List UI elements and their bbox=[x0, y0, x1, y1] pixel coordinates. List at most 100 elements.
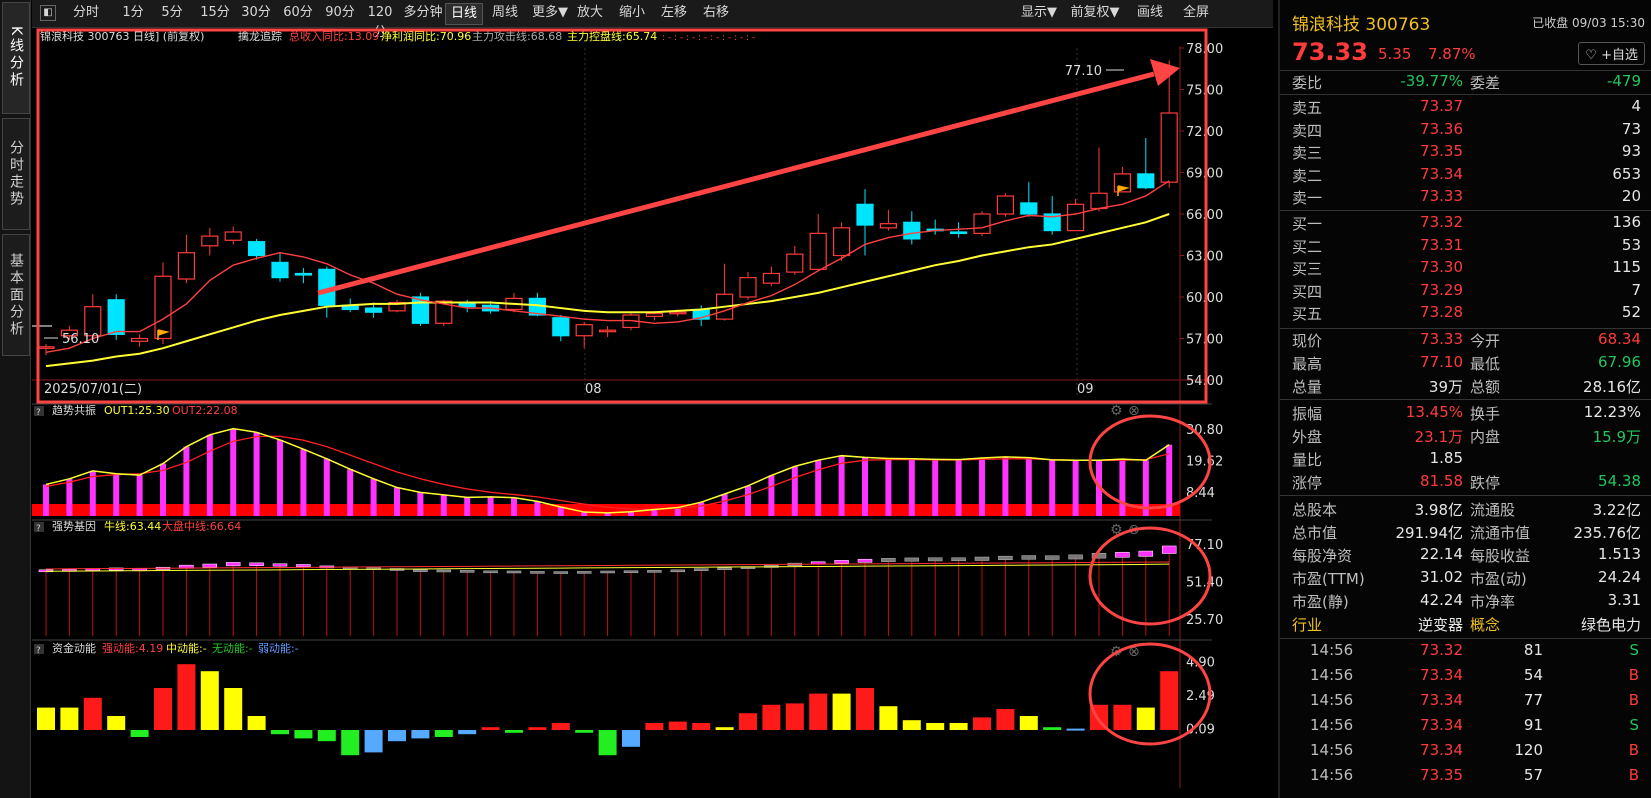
bid-level-label: 买二 bbox=[1292, 237, 1323, 256]
tick-time: 14:56 bbox=[1310, 691, 1354, 709]
toolbar-btn-3[interactable]: 15分 bbox=[197, 3, 233, 23]
toolbar-right-btn-0[interactable]: 显示▼ bbox=[1017, 3, 1061, 23]
webi-value: -39.77% bbox=[1400, 72, 1463, 90]
add-watchlist-button[interactable]: ♡ +自选 bbox=[1578, 42, 1645, 65]
stat-value: 39万 bbox=[1428, 378, 1463, 396]
bid-level-label: 买一 bbox=[1292, 215, 1323, 233]
panel3-bar bbox=[37, 707, 55, 730]
panel1-bar bbox=[885, 458, 892, 516]
panel3-bar bbox=[364, 730, 383, 753]
panel1-bar bbox=[1119, 459, 1126, 516]
panel3-bar bbox=[411, 730, 430, 739]
stat-label: 涨停 bbox=[1292, 474, 1323, 492]
candle-body bbox=[856, 203, 874, 226]
stat-label: 量比 bbox=[1292, 451, 1323, 469]
panel2-box bbox=[483, 570, 498, 574]
candle-body bbox=[1090, 192, 1108, 210]
panel2-box bbox=[974, 556, 990, 561]
high-price-label: 77.10 bbox=[1065, 64, 1102, 79]
panel2-box bbox=[1044, 555, 1060, 560]
toolbar-btn-2[interactable]: 5分 bbox=[154, 3, 190, 23]
panel3-bar bbox=[200, 671, 219, 730]
panel2-box bbox=[202, 563, 218, 568]
stat-value: 22.14 bbox=[1420, 545, 1463, 563]
toolbar-btn-1[interactable]: 1分 bbox=[118, 3, 148, 23]
panel3-bar bbox=[598, 730, 617, 756]
stat-label: 跌停 bbox=[1470, 474, 1501, 492]
toolbar-right-btn-3[interactable]: 全屏 bbox=[1178, 3, 1214, 23]
bid-price: 73.32 bbox=[1420, 213, 1463, 231]
toolbar-btn-5[interactable]: 60分 bbox=[280, 3, 316, 23]
panel2-box bbox=[693, 568, 709, 571]
candle-body bbox=[1137, 173, 1155, 189]
stat-label: 每股收益 bbox=[1470, 547, 1531, 565]
panel3-bar bbox=[481, 727, 500, 730]
toolbar-btn-4[interactable]: 30分 bbox=[238, 3, 274, 23]
panel1-bar bbox=[1002, 456, 1009, 516]
tab-intraday[interactable]: 分时走势 bbox=[2, 118, 30, 230]
toolbar-right-btn-2[interactable]: 画线 bbox=[1132, 3, 1168, 23]
tick-volume: 91 bbox=[1523, 716, 1543, 734]
toolbar-btn-10[interactable]: 周线 bbox=[487, 3, 523, 23]
toolbar-btn-15[interactable]: 右移 bbox=[698, 3, 734, 23]
help-icon-glyph: ? bbox=[36, 524, 41, 534]
panel3-bar bbox=[107, 716, 126, 730]
toolbar-btn-13[interactable]: 缩小 bbox=[614, 3, 650, 23]
stat-value: 23.1万 bbox=[1414, 428, 1463, 446]
stat-value: 291.94亿 bbox=[1395, 524, 1464, 542]
toolbar-right-btn-1[interactable]: 前复权▼ bbox=[1065, 3, 1125, 23]
stat-value: 235.76亿 bbox=[1573, 524, 1642, 542]
panel1-bar bbox=[791, 466, 798, 516]
panel1-bar bbox=[183, 446, 190, 516]
panel1-out2: OUT2:22.08 bbox=[172, 404, 238, 417]
toolbar-btn-14[interactable]: 左移 bbox=[656, 3, 692, 23]
stat-label: 总额 bbox=[1470, 378, 1501, 396]
candle-body bbox=[552, 317, 570, 337]
price-change: 5.35 bbox=[1378, 45, 1412, 63]
tick-time: 14:56 bbox=[1310, 716, 1354, 734]
stat-value: 31.02 bbox=[1420, 568, 1463, 586]
tab-kline-analysis[interactable]: K线分析 bbox=[2, 2, 30, 114]
panel1-bar bbox=[768, 475, 775, 516]
toolbar-btn-0[interactable]: 分时 bbox=[66, 3, 106, 23]
panel1-bar bbox=[277, 439, 283, 516]
panel2-box bbox=[951, 557, 966, 562]
stat-value: 1.513 bbox=[1598, 545, 1641, 563]
stat-label: 总股本 bbox=[1292, 501, 1338, 519]
toolbar-btn-11[interactable]: 更多▼ bbox=[529, 3, 571, 23]
panel2-box bbox=[459, 570, 475, 573]
panel2-box bbox=[272, 563, 288, 567]
tick-volume: 77 bbox=[1523, 691, 1543, 709]
ask-price: 73.35 bbox=[1420, 142, 1463, 161]
bid-level-label: 买五 bbox=[1292, 305, 1323, 324]
candle-body bbox=[973, 213, 991, 234]
stat-value: 24.24 bbox=[1598, 568, 1641, 586]
panel3-bar bbox=[341, 730, 360, 756]
toolbar-btn-6[interactable]: 90分 bbox=[322, 3, 358, 23]
toolbar-btn-12[interactable]: 放大 bbox=[572, 3, 608, 23]
panel1-bar bbox=[113, 473, 120, 516]
stat-label: 市净率 bbox=[1470, 593, 1516, 611]
toolbar-btn-7[interactable]: 120分 bbox=[362, 3, 398, 40]
stat-label: 今开 bbox=[1470, 332, 1501, 350]
panel1-bar bbox=[955, 459, 962, 516]
stat-label: 现价 bbox=[1292, 332, 1323, 350]
divider bbox=[1280, 328, 1651, 329]
settings-icon: ⚙ bbox=[1110, 403, 1123, 419]
tab-fundamentals[interactable]: 基本面分析 bbox=[2, 234, 30, 356]
panel3-bar bbox=[973, 717, 991, 730]
panel1-bar bbox=[394, 487, 400, 516]
panel1-out1: OUT1:25.30 bbox=[104, 404, 170, 417]
panel3-name: 资金动能 bbox=[52, 641, 96, 655]
toolbar-btn-9[interactable]: 日线 bbox=[445, 3, 483, 25]
sidebar-toggle-icon[interactable]: ◧ bbox=[40, 5, 56, 21]
tick-side: B bbox=[1628, 691, 1639, 709]
tick-side: B bbox=[1628, 666, 1639, 684]
divider bbox=[1280, 638, 1651, 639]
panel1-bar bbox=[908, 458, 915, 516]
toolbar-btn-8[interactable]: 多分钟 bbox=[402, 3, 444, 23]
panel3-bar bbox=[1113, 704, 1132, 730]
chart-toolbar: ◧ 分时 1分 5分 15分 30分 60分 90分 120分 多分钟 日线 周线 更多▼ 放大 缩小 左移… bbox=[32, 0, 1273, 40]
stat-label: 内盘 bbox=[1470, 428, 1501, 446]
industry-value: 逆变器 bbox=[1417, 616, 1463, 634]
